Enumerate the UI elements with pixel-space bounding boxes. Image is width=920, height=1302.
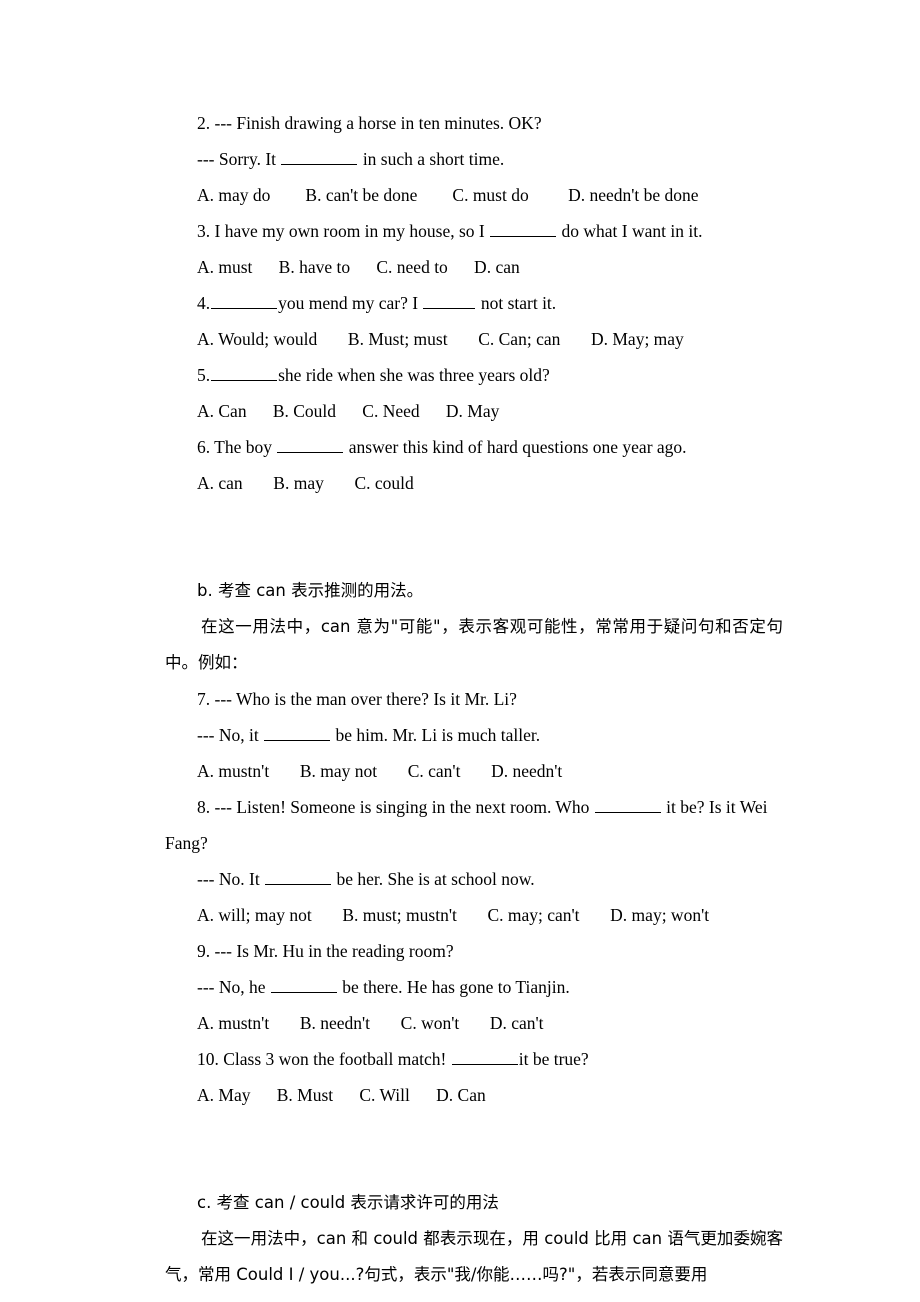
text-run: A. will; may not B. must; mustn't C. may… xyxy=(197,905,710,925)
text-run: 在这一用法中，can 和 could 都表示现在，用 could 比用 can … xyxy=(165,1229,783,1284)
answer-blank xyxy=(270,976,337,993)
text-run: A. mustn't B. needn't C. won't D. can't xyxy=(197,1013,544,1033)
text-run: --- Sorry. It xyxy=(197,149,281,169)
answer-options: A. may do B. can't be done C. must do D.… xyxy=(165,177,783,213)
text-run: A. can B. may C. could xyxy=(197,473,414,493)
question-stem: 5. she ride when she was three years old? xyxy=(165,357,783,393)
text-run: 5. xyxy=(197,365,211,385)
section-heading: b. 考查 can 表示推测的用法。 xyxy=(165,573,783,609)
text-run: 8. --- Listen! Someone is singing in the… xyxy=(197,797,594,817)
text-run: A. May B. Must C. Will D. Can xyxy=(197,1085,486,1105)
text-run: not start it. xyxy=(476,293,557,313)
answer-blank xyxy=(490,220,557,237)
text-run: A. may do B. can't be done C. must do D.… xyxy=(197,185,699,205)
question-stem: 4. you mend my car? I not start it. xyxy=(165,285,783,321)
question-stem: --- No. It be her. She is at school now. xyxy=(165,861,783,897)
text-run: --- No. It xyxy=(197,869,265,889)
question-stem: 2. --- Finish drawing a horse in ten min… xyxy=(165,105,783,141)
answer-blank xyxy=(264,724,331,741)
answer-blank xyxy=(277,436,344,453)
text-run: do what I want in it. xyxy=(557,221,703,241)
answer-options: A. Would; would B. Must; must C. Can; ca… xyxy=(165,321,783,357)
text-run: c. 考查 can / could 表示请求许可的用法 xyxy=(197,1193,499,1212)
section-heading: c. 考查 can / could 表示请求许可的用法 xyxy=(165,1185,783,1221)
answer-blank xyxy=(211,364,278,381)
answer-options: A. mustn't B. needn't C. won't D. can't xyxy=(165,1005,783,1041)
text-run: 9. --- Is Mr. Hu in the reading room? xyxy=(197,941,454,961)
answer-blank xyxy=(423,292,476,309)
text-run: she ride when she was three years old? xyxy=(278,365,550,385)
question-stem: --- Sorry. It in such a short time. xyxy=(165,141,783,177)
text-run: A. Can B. Could C. Need D. May xyxy=(197,401,500,421)
text-run: --- No, he xyxy=(197,977,270,997)
question-stem: --- No, it be him. Mr. Li is much taller… xyxy=(165,717,783,753)
text-run: A. mustn't B. may not C. can't D. needn'… xyxy=(197,761,563,781)
question-stem: --- No, he be there. He has gone to Tian… xyxy=(165,969,783,1005)
text-run: 6. The boy xyxy=(197,437,277,457)
answer-options: A. May B. Must C. Will D. Can xyxy=(165,1077,783,1113)
explanation-paragraph: 在这一用法中，can 和 could 都表示现在，用 could 比用 can … xyxy=(165,1221,783,1293)
text-run: A. Would; would B. Must; must C. Can; ca… xyxy=(197,329,684,349)
question-stem: 3. I have my own room in my house, so I … xyxy=(165,213,783,249)
text-run: in such a short time. xyxy=(358,149,505,169)
answer-options: A. can B. may C. could xyxy=(165,465,783,501)
text-run: 4. xyxy=(197,293,211,313)
text-run: 在这一用法中，can 意为"可能"，表示客观可能性，常常用于疑问句和否定句中。例… xyxy=(165,617,783,672)
text-run: answer this kind of hard questions one y… xyxy=(344,437,687,457)
text-run: you mend my car? I xyxy=(278,293,423,313)
answer-options: A. must B. have to C. need to D. can xyxy=(165,249,783,285)
question-stem: 10. Class 3 won the football match! it b… xyxy=(165,1041,783,1077)
text-run: be him. Mr. Li is much taller. xyxy=(331,725,541,745)
answer-options: A. will; may not B. must; mustn't C. may… xyxy=(165,897,783,933)
answer-blank xyxy=(265,868,332,885)
text-run: it be true? xyxy=(518,1049,589,1069)
document-body: 2. --- Finish drawing a horse in ten min… xyxy=(165,105,783,1293)
question-stem: 7. --- Who is the man over there? Is it … xyxy=(165,681,783,717)
answer-options: A. mustn't B. may not C. can't D. needn'… xyxy=(165,753,783,789)
answer-options: A. Can B. Could C. Need D. May xyxy=(165,393,783,429)
answer-blank xyxy=(594,796,661,813)
text-run: 10. Class 3 won the football match! xyxy=(197,1049,451,1069)
document-page: 2. --- Finish drawing a horse in ten min… xyxy=(0,0,920,1302)
explanation-paragraph: 在这一用法中，can 意为"可能"，表示客观可能性，常常用于疑问句和否定句中。例… xyxy=(165,609,783,681)
text-run: 3. I have my own room in my house, so I xyxy=(197,221,490,241)
question-stem: 9. --- Is Mr. Hu in the reading room? xyxy=(165,933,783,969)
text-run: A. must B. have to C. need to D. can xyxy=(197,257,520,277)
text-run: 7. --- Who is the man over there? Is it … xyxy=(197,689,517,709)
question-stem: 8. --- Listen! Someone is singing in the… xyxy=(165,789,783,861)
text-run: b. 考查 can 表示推测的用法。 xyxy=(197,581,424,600)
answer-blank xyxy=(281,148,358,165)
question-stem: 6. The boy answer this kind of hard ques… xyxy=(165,429,783,465)
text-run: 2. --- Finish drawing a horse in ten min… xyxy=(197,113,542,133)
answer-blank xyxy=(211,292,278,309)
text-run: be her. She is at school now. xyxy=(332,869,535,889)
answer-blank xyxy=(451,1048,518,1065)
text-run: be there. He has gone to Tianjin. xyxy=(337,977,570,997)
text-run: --- No, it xyxy=(197,725,264,745)
